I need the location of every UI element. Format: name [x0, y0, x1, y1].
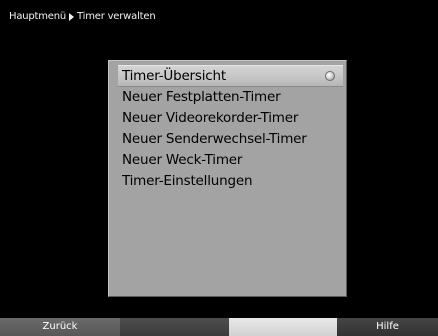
menu-item-timer-overview[interactable]: Timer-Übersicht [118, 65, 343, 87]
green-function-button[interactable] [120, 318, 229, 336]
menu-item-label: Neuer Videorekorder-Timer [122, 110, 299, 126]
menu-item-label: Timer-Einstellungen [122, 173, 253, 189]
menu-item-label: Timer-Übersicht [122, 68, 226, 84]
breadcrumb-arrow-icon [69, 13, 75, 21]
menu-item-new-wake-timer[interactable]: Neuer Weck-Timer [118, 150, 343, 171]
breadcrumb-parent[interactable]: Hauptmenü [9, 11, 66, 23]
timer-menu-list: Timer-Übersicht Neuer Festplatten-Timer … [118, 65, 343, 192]
yellow-function-button[interactable] [229, 318, 337, 336]
menu-item-timer-settings[interactable]: Timer-Einstellungen [118, 171, 343, 192]
timer-menu-panel: Timer-Übersicht Neuer Festplatten-Timer … [108, 60, 347, 297]
breadcrumb-current: Timer verwalten [77, 11, 156, 22]
menu-item-label: Neuer Weck-Timer [122, 152, 243, 168]
back-button[interactable]: Zurück [0, 318, 120, 336]
menu-item-new-channel-switch-timer[interactable]: Neuer Senderwechsel-Timer [118, 129, 343, 150]
menu-item-new-hdd-timer[interactable]: Neuer Festplatten-Timer [118, 87, 343, 108]
function-key-bar: Zurück Hilfe [0, 318, 438, 336]
help-button[interactable]: Hilfe [337, 318, 438, 336]
menu-item-new-vcr-timer[interactable]: Neuer Videorekorder-Timer [118, 108, 343, 129]
breadcrumb: Hauptmenü Timer verwalten [0, 0, 438, 38]
menu-item-label: Neuer Festplatten-Timer [122, 89, 281, 105]
selection-dot-icon [325, 71, 335, 81]
menu-item-label: Neuer Senderwechsel-Timer [122, 131, 307, 147]
